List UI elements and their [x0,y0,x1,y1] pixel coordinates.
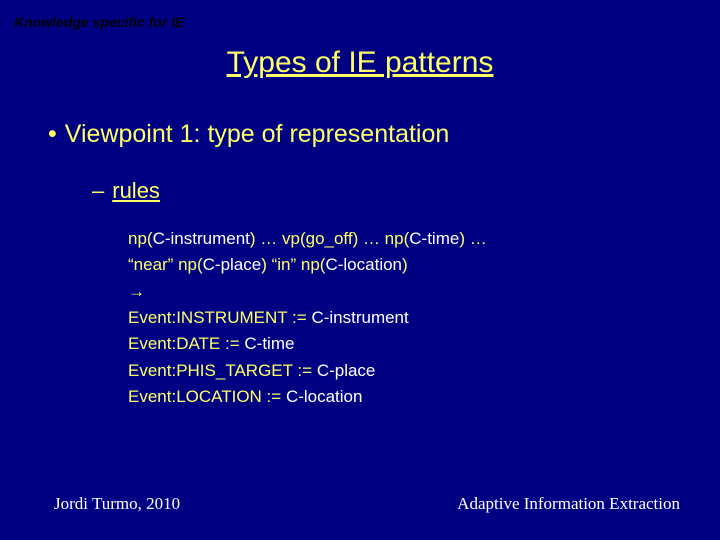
rule-text: ) [402,255,408,274]
rule-text: “near” np( [128,255,203,274]
rule-arrow: → [128,279,487,305]
rule-variable: C-place [203,255,262,274]
footer-author: Jordi Turmo, 2010 [54,494,180,514]
bullet-dash-icon: – [92,178,104,203]
rule-variable: C-location [325,255,402,274]
rule-text: Event:PHIS_TARGET := [128,361,317,380]
rule-variable: C-instrument [153,229,250,248]
rule-text: Event:INSTRUMENT := [128,308,311,327]
rule-text: Event:DATE := [128,334,244,353]
rule-line-1: np(C-instrument) … vp(go_off) … np(C-tim… [128,226,487,252]
slide-section-label: Knowledge specific for IE [14,14,184,30]
rule-variable: C-place [317,361,376,380]
rule-line-2: “near” np(C-place) “in” np(C-location) [128,252,487,278]
bullet-dot-icon: • [48,120,57,148]
slide-title: Types of IE patterns [0,46,720,80]
rule-line-5: Event:DATE := C-time [128,331,487,357]
rule-variable: C-location [286,387,363,406]
rule-text: Event:LOCATION := [128,387,286,406]
bullet-level-2: –rules [92,178,160,204]
rule-line-7: Event:LOCATION := C-location [128,384,487,410]
rule-variable: C-time [409,229,459,248]
rule-line-4: Event:INSTRUMENT := C-instrument [128,305,487,331]
rule-text: ) “in” np( [261,255,325,274]
rule-variable: C-time [244,334,294,353]
bullet-level-1: • Viewpoint 1: type of representation [48,120,449,149]
bullet-level-2-text: rules [112,178,160,203]
bullet-level-1-text: Viewpoint 1: type of representation [65,120,450,148]
footer-topic: Adaptive Information Extraction [457,494,680,514]
rule-line-6: Event:PHIS_TARGET := C-place [128,358,487,384]
rule-text: np( [128,229,153,248]
rule-text: ) … [459,229,486,248]
rule-variable: C-instrument [311,308,408,327]
rule-block: np(C-instrument) … vp(go_off) … np(C-tim… [128,226,487,410]
rule-text: ) … vp(go_off) … np( [250,229,409,248]
